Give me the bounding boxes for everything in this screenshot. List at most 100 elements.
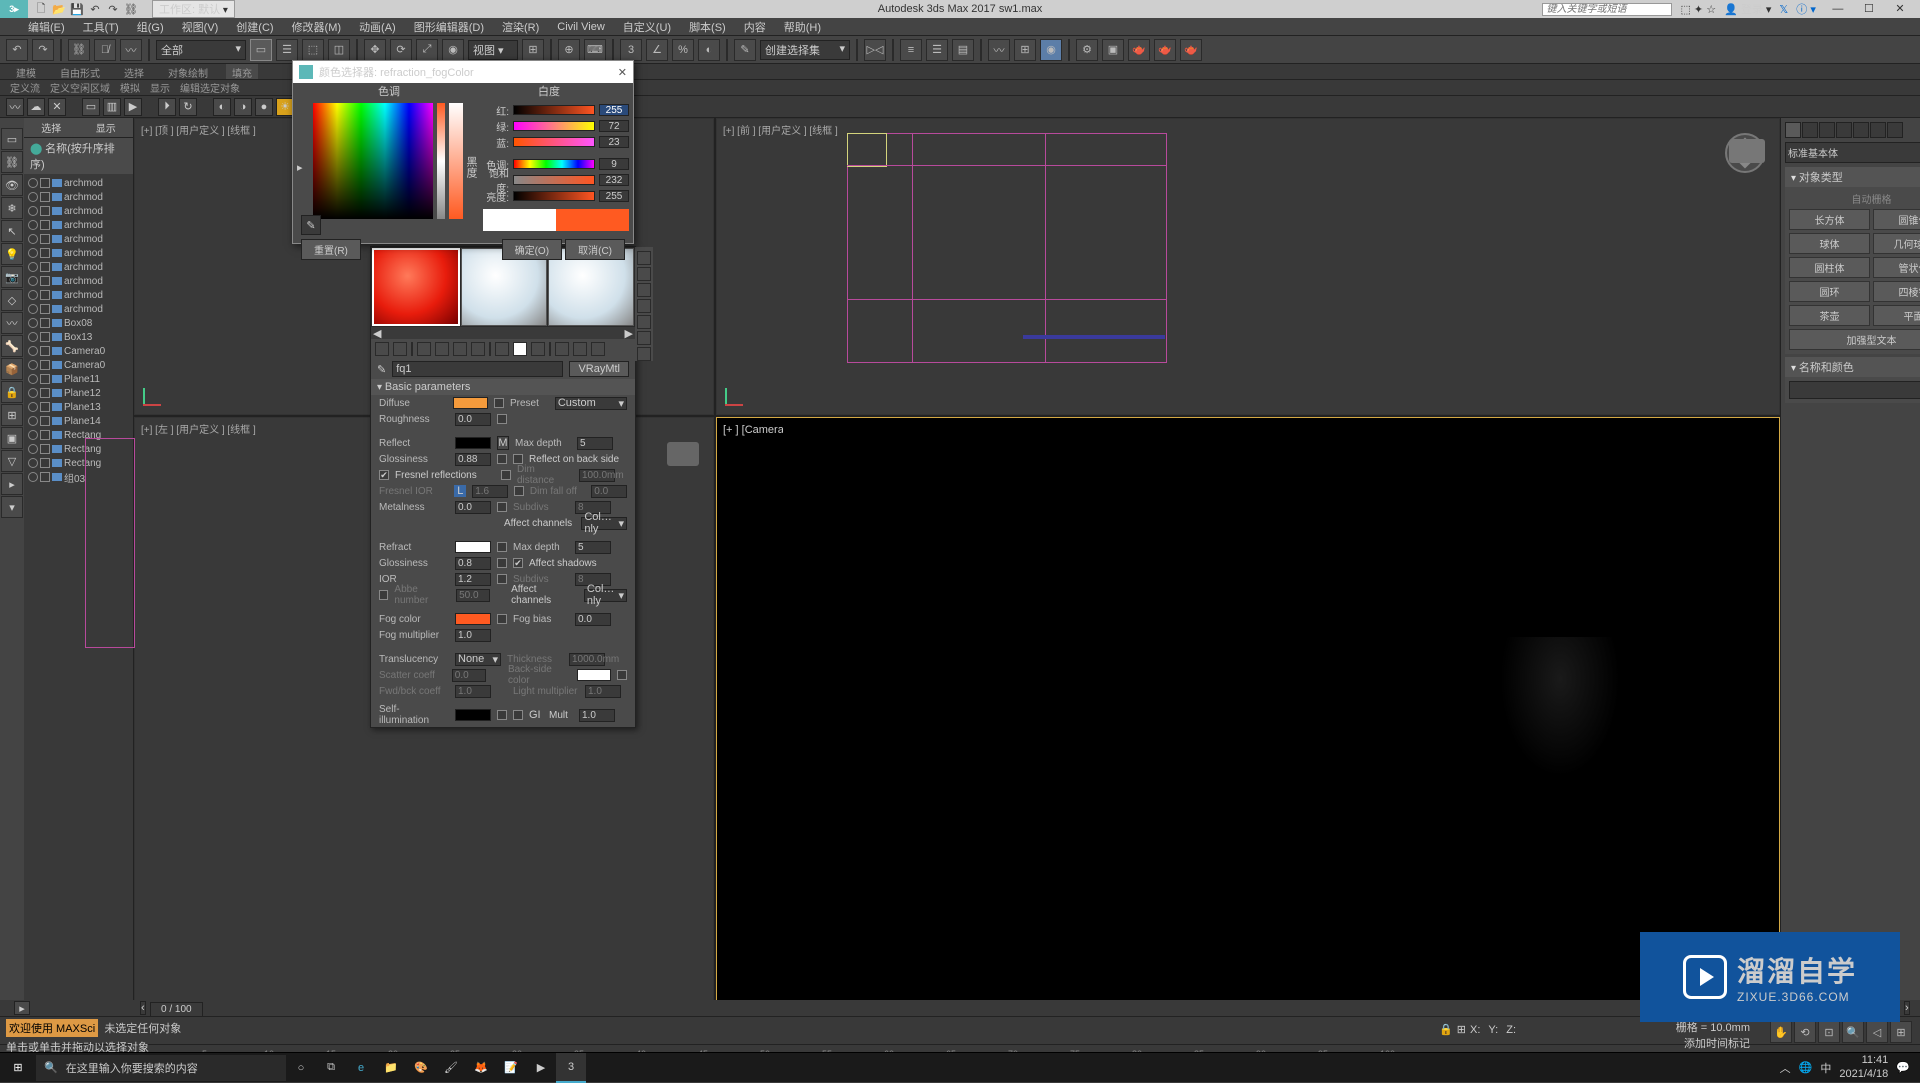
- explorer-header[interactable]: ⬤ 名称(按升序排序): [24, 138, 133, 174]
- cortana-icon[interactable]: ○: [286, 1053, 316, 1083]
- menu-rendering[interactable]: 渲染(R): [502, 19, 539, 35]
- refgloss-map-slot[interactable]: [497, 558, 507, 568]
- taskbar-search[interactable]: 🔍 在这里输入你要搜索的内容: [36, 1055, 286, 1081]
- app-logo[interactable]: 3▸: [0, 0, 28, 18]
- light-tool-icon[interactable]: 💡: [1, 243, 23, 265]
- menu-civil[interactable]: Civil View: [557, 21, 604, 33]
- visibility-icon[interactable]: [28, 346, 38, 356]
- named-selection-combo[interactable]: 创建选择集▾: [760, 40, 850, 60]
- viewport-front-label[interactable]: [+] [前 ] [用户定义 ] [线框 ]: [723, 122, 838, 137]
- curve-editor-button[interactable]: 〰: [988, 39, 1010, 61]
- menu-grapheditor[interactable]: 图形编辑器(D): [414, 19, 484, 35]
- notes-icon[interactable]: 📝: [496, 1053, 526, 1083]
- scene-item[interactable]: archmod: [24, 232, 133, 246]
- tab-populate[interactable]: 填充: [226, 64, 258, 79]
- menu-tools[interactable]: 工具(T): [83, 19, 119, 35]
- new-icon[interactable]: 🗋: [34, 2, 48, 16]
- refract-maxdepth-spinner[interactable]: 5: [575, 541, 611, 554]
- basic-params-rollout-hdr[interactable]: ▾ Basic parameters: [371, 379, 635, 395]
- select-by-mat-icon[interactable]: [637, 347, 651, 361]
- menu-group[interactable]: 组(G): [137, 19, 164, 35]
- sub-display[interactable]: 显示: [150, 80, 170, 95]
- steering-wheel-icon[interactable]: [667, 442, 699, 466]
- freeze-icon[interactable]: [40, 290, 50, 300]
- preset-combo[interactable]: Custom▾: [555, 397, 627, 410]
- freeze-icon[interactable]: [40, 220, 50, 230]
- freeze-icon[interactable]: [40, 206, 50, 216]
- selection-filter-combo[interactable]: 全部▾: [156, 40, 246, 60]
- channel-value-input[interactable]: 23: [599, 136, 629, 148]
- manipulate-button[interactable]: ⊕: [558, 39, 580, 61]
- render-cloud-button[interactable]: 🫖: [1154, 39, 1176, 61]
- reflect-map-slot[interactable]: M: [497, 436, 509, 450]
- paint-icon[interactable]: 🎨: [406, 1053, 436, 1083]
- pan-button[interactable]: ✋: [1770, 1021, 1792, 1043]
- options-icon[interactable]: [637, 331, 651, 345]
- scale-button[interactable]: ⤢: [416, 39, 438, 61]
- visibility-icon[interactable]: [28, 178, 38, 188]
- lock-ior-button[interactable]: L: [454, 485, 466, 497]
- display-mid-icon[interactable]: ◑: [234, 98, 252, 116]
- bscolor-map-slot[interactable]: [617, 670, 627, 680]
- link-tool-icon[interactable]: ⛓: [1, 151, 23, 173]
- ref-coord-combo[interactable]: 视图 ▾: [468, 40, 518, 60]
- material-type-button[interactable]: VRayMtl: [569, 361, 629, 377]
- display-tool-icon[interactable]: 👁: [1, 174, 23, 196]
- edge-icon[interactable]: e: [346, 1053, 376, 1083]
- diffuse-map-slot[interactable]: [494, 398, 504, 408]
- old-color-swatch[interactable]: [483, 209, 556, 231]
- freeze-icon[interactable]: [40, 472, 50, 482]
- eyedropper-button[interactable]: ✎: [301, 215, 321, 235]
- login-label[interactable]: 👤 登录 ▾: [1724, 1, 1771, 17]
- select-object-button[interactable]: ▭: [250, 39, 272, 61]
- whiteness-slider[interactable]: [449, 103, 463, 219]
- zoom-button[interactable]: 🔍: [1842, 1021, 1864, 1043]
- motion-tab-icon[interactable]: [1836, 122, 1852, 138]
- refract-swatch[interactable]: [455, 541, 491, 553]
- zoom-extents-button[interactable]: ⊡: [1818, 1021, 1840, 1043]
- channel-value-input[interactable]: 232: [599, 174, 629, 186]
- visibility-icon[interactable]: [28, 234, 38, 244]
- freeze-icon[interactable]: [40, 458, 50, 468]
- freeze-icon[interactable]: [40, 234, 50, 244]
- object-type-rollout-hdr[interactable]: ▾ 对象类型: [1785, 167, 1920, 187]
- show-end-icon[interactable]: [555, 342, 569, 356]
- ior-map-slot[interactable]: [497, 574, 507, 584]
- rgloss-map-slot[interactable]: [497, 454, 507, 464]
- scene-item[interactable]: archmod: [24, 176, 133, 190]
- material-editor-button[interactable]: ◉: [1040, 39, 1062, 61]
- render-setup-button[interactable]: ⚙: [1076, 39, 1098, 61]
- affect-shadows-checkbox[interactable]: ✔: [513, 558, 523, 568]
- freeze-icon[interactable]: [40, 374, 50, 384]
- freeze-icon[interactable]: [40, 262, 50, 272]
- freeze-icon[interactable]: [40, 402, 50, 412]
- channel-value-input[interactable]: 72: [599, 120, 629, 132]
- pyramid-button[interactable]: 四棱锥: [1873, 281, 1920, 302]
- channel-slider[interactable]: [513, 175, 595, 185]
- render-last-button[interactable]: 🫖: [1180, 39, 1202, 61]
- rotate-button[interactable]: ⟳: [390, 39, 412, 61]
- utilities-tab-icon[interactable]: [1870, 122, 1886, 138]
- max-task-icon[interactable]: 3: [556, 1053, 586, 1083]
- link-button[interactable]: ⛓: [68, 39, 90, 61]
- scene-item[interactable]: archmod: [24, 288, 133, 302]
- sphere-button[interactable]: 球体: [1789, 233, 1870, 254]
- maximize-button[interactable]: ☐: [1855, 1, 1883, 17]
- hierarchy-tab-icon[interactable]: [1819, 122, 1835, 138]
- menu-customize[interactable]: 自定义(U): [623, 19, 671, 35]
- teapot-button[interactable]: 茶壶: [1789, 305, 1870, 326]
- object-name-input[interactable]: [1789, 381, 1920, 399]
- visibility-icon[interactable]: [28, 262, 38, 272]
- textplus-button[interactable]: 加强型文本: [1789, 329, 1920, 350]
- unlink-button[interactable]: ⛓̸: [94, 39, 116, 61]
- track-expand-icon[interactable]: ▸: [14, 1001, 30, 1015]
- pivot-center-button[interactable]: ⊞: [522, 39, 544, 61]
- play-icon[interactable]: ▶: [124, 98, 142, 116]
- select-name-button[interactable]: ☰: [276, 39, 298, 61]
- category-combo[interactable]: 标准基本体: [1785, 142, 1920, 163]
- helper-tool-icon[interactable]: ◇: [1, 289, 23, 311]
- container-tool-icon[interactable]: 📦: [1, 358, 23, 380]
- scene-item[interactable]: Plane14: [24, 414, 133, 428]
- minimize-button[interactable]: —: [1824, 1, 1852, 17]
- filter-tool-icon[interactable]: ▽: [1, 450, 23, 472]
